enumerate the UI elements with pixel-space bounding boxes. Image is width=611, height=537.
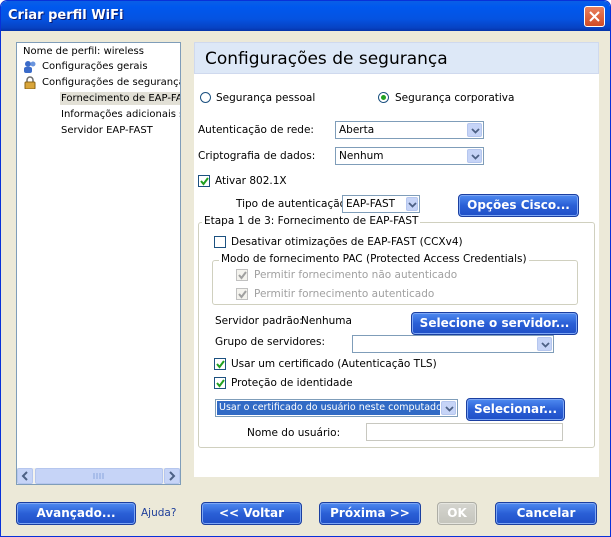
radio-personal-security[interactable]: [200, 92, 211, 103]
scroll-right-button[interactable]: [164, 468, 180, 484]
enable-8021x-checkbox[interactable]: [198, 175, 210, 187]
select-certificate-button[interactable]: Selecionar...: [466, 398, 565, 421]
username-input[interactable]: [366, 423, 563, 441]
ok-label: OK: [447, 506, 467, 520]
pac-group-title: Modo de fornecimento PAC (Protected Acce…: [219, 253, 529, 266]
close-icon: [589, 11, 600, 22]
chevron-down-icon: [537, 337, 552, 351]
lock-icon: [24, 76, 36, 90]
allow-auth-label: Permitir fornecimento autenticado: [254, 288, 435, 300]
enable-8021x-label: Ativar 802.1X: [215, 175, 287, 187]
data-encryption-value: Nenhum: [339, 150, 384, 162]
next-label: Próxima >>: [330, 506, 410, 520]
scroll-thumb[interactable]: [35, 468, 163, 484]
window-title: Criar perfil WiFi: [8, 8, 124, 23]
use-certificate-label: Usar um certificado (Autenticação TLS): [231, 358, 437, 370]
page-title: Configurações de segurança: [205, 49, 448, 69]
default-server-label: Servidor padrão:: [215, 315, 303, 327]
security-settings-pane: Configurações de segurança Segurança pes…: [194, 42, 599, 477]
tree-horizontal-scrollbar[interactable]: [17, 468, 180, 484]
settings-tree[interactable]: Nome de perfil: wireless Configurações g…: [16, 42, 181, 485]
tree-item-eap-fast-server[interactable]: Servidor EAP-FAST: [61, 124, 153, 137]
scroll-left-button[interactable]: [17, 468, 33, 484]
checkmark-icon: [216, 360, 225, 369]
dialog-window: Criar perfil WiFi Nome de perfil: wirele…: [0, 0, 611, 537]
checkmark-icon: [238, 290, 247, 299]
ok-button[interactable]: OK: [437, 502, 477, 525]
step-group-title: Etapa 1 de 3: Fornecimento de EAP-FAST: [202, 215, 421, 228]
default-server-value: Nenhuma: [301, 315, 352, 327]
cancel-label: Cancelar: [516, 506, 576, 520]
tree-item-eap-fast-provisioning[interactable]: Fornecimento de EAP-FAST: [60, 92, 180, 105]
tree-item-additional-info[interactable]: Informações adicionais sobre: [61, 108, 180, 121]
data-encryption-label: Criptografia de dados:: [198, 150, 316, 162]
tree-item-security[interactable]: Configurações de segurança: [42, 76, 180, 89]
back-label: << Voltar: [218, 506, 285, 520]
checkmark-icon: [200, 177, 209, 186]
server-group-select[interactable]: [352, 335, 554, 353]
radio-corporate-label: Segurança corporativa: [395, 92, 515, 104]
network-auth-select[interactable]: Aberta: [335, 121, 484, 139]
auth-type-value: EAP-FAST: [346, 198, 396, 210]
auth-type-select[interactable]: EAP-FAST: [342, 195, 420, 213]
cisco-options-label: Opções Cisco...: [467, 198, 570, 212]
chevron-right-icon: [169, 471, 176, 481]
close-button[interactable]: [584, 6, 605, 27]
server-group-label: Grupo de servidores:: [215, 336, 326, 348]
select-server-button[interactable]: Selecione o servidor...: [411, 312, 578, 335]
allow-unauth-checkbox[interactable]: [236, 269, 248, 281]
select-server-label: Selecione o servidor...: [419, 316, 570, 330]
disable-ccx-label: Desativar otimizações de EAP-FAST (CCXv4…: [231, 236, 463, 248]
users-icon: [23, 60, 37, 73]
chevron-left-icon: [21, 471, 28, 481]
radio-corporate-security[interactable]: [378, 92, 389, 103]
network-auth-label: Autenticação de rede:: [198, 124, 314, 136]
next-button[interactable]: Próxima >>: [319, 502, 421, 525]
advanced-button[interactable]: Avançado...: [16, 502, 136, 525]
auth-type-label: Tipo de autenticação:: [236, 198, 350, 210]
use-certificate-checkbox[interactable]: [214, 358, 226, 370]
cisco-options-button[interactable]: Opções Cisco...: [458, 194, 579, 217]
allow-unauth-label: Permitir fornecimento não autenticado: [254, 269, 458, 281]
checkmark-icon: [238, 271, 247, 280]
network-auth-value: Aberta: [339, 124, 375, 136]
title-bar[interactable]: Criar perfil WiFi: [1, 1, 610, 31]
help-link[interactable]: Ajuda?: [141, 507, 176, 519]
identity-protection-checkbox[interactable]: [214, 377, 226, 389]
chevron-down-icon: [441, 401, 456, 415]
radio-personal-label: Segurança pessoal: [216, 92, 316, 104]
chevron-down-icon: [467, 149, 482, 163]
username-label: Nome do usuário:: [247, 427, 341, 439]
disable-ccx-checkbox[interactable]: [214, 236, 226, 248]
select-certificate-label: Selecionar...: [473, 402, 558, 416]
tree-item-general[interactable]: Configurações gerais: [42, 60, 148, 73]
chevron-down-icon: [406, 197, 418, 211]
chevron-down-icon: [467, 123, 482, 137]
pane-header: Configurações de segurança: [194, 42, 599, 74]
allow-auth-checkbox[interactable]: [236, 288, 248, 300]
certificate-select[interactable]: Usar o certificado do usuário neste comp…: [215, 399, 458, 417]
identity-protection-label: Proteção de identidade: [231, 377, 353, 389]
data-encryption-select[interactable]: Nenhum: [335, 147, 484, 165]
checkmark-icon: [216, 379, 225, 388]
certificate-value: Usar o certificado do usuário neste comp…: [217, 401, 440, 415]
cancel-button[interactable]: Cancelar: [495, 502, 597, 525]
tree-item-profile-name[interactable]: Nome de perfil: wireless: [23, 45, 144, 58]
advanced-label: Avançado...: [36, 506, 116, 520]
back-button[interactable]: << Voltar: [201, 502, 302, 525]
